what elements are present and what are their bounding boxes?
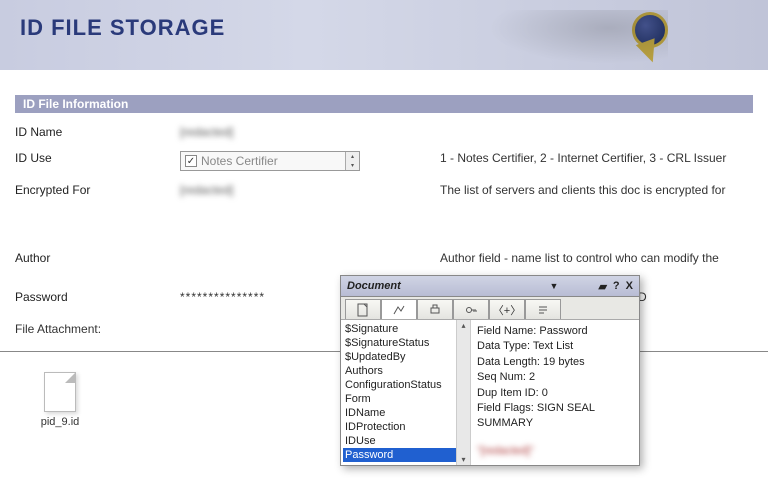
- iduse-selected: Notes Certifier: [201, 154, 278, 168]
- panel-tab-fields-icon[interactable]: [381, 299, 417, 319]
- desc-encrypted: The list of servers and clients this doc…: [430, 183, 753, 197]
- panel-minimize-icon[interactable]: ▰: [598, 280, 606, 293]
- panel-titlebar[interactable]: Document ▼ ▰ ? X: [341, 276, 639, 297]
- spinner-icon[interactable]: ▴▾: [345, 152, 359, 170]
- panel-close-icon[interactable]: X: [626, 280, 633, 293]
- key-icon: [528, 35, 598, 55]
- field-list-item[interactable]: IDUse: [343, 434, 468, 448]
- ribbon-seal-icon: [632, 12, 668, 48]
- field-list-item[interactable]: $Signature: [343, 322, 468, 336]
- detail-value-redacted: "[redacted]": [477, 444, 534, 459]
- panel-tabs: 〈+〉: [341, 297, 639, 320]
- panel-tab-key-icon[interactable]: [453, 299, 489, 319]
- field-list-item[interactable]: IDName: [343, 406, 468, 420]
- panel-tab-printer-icon[interactable]: [417, 299, 453, 319]
- panel-title: Document: [347, 280, 401, 292]
- detail-line: Data Type: Text List: [477, 339, 633, 354]
- panel-tab-plus-icon[interactable]: 〈+〉: [489, 299, 525, 319]
- field-list-item[interactable]: ConfigurationStatus: [343, 378, 468, 392]
- section-header: ID File Information: [15, 95, 753, 113]
- detail-line: SUMMARY: [477, 416, 633, 431]
- row-iduse: ID Use ✓ Notes Certifier ▴▾ 1 - Notes Ce…: [15, 151, 753, 171]
- panel-help-icon[interactable]: ?: [613, 280, 620, 293]
- row-author: Author Author field - name list to contr…: [15, 251, 753, 265]
- document-properties-panel[interactable]: Document ▼ ▰ ? X 〈+〉 $Signature$Signatur…: [340, 275, 640, 466]
- panel-tab-paragraph-icon[interactable]: [525, 299, 561, 319]
- banner-header: ID FILE STORAGE: [0, 0, 768, 70]
- scrollbar[interactable]: ▴ ▾: [456, 320, 470, 465]
- field-detail: Field Name: Password Data Type: Text Lis…: [471, 320, 639, 465]
- detail-line: Field Name: Password: [477, 324, 633, 339]
- field-list[interactable]: $Signature$SignatureStatus$UpdatedByAuth…: [341, 320, 471, 465]
- checkbox-icon: ✓: [185, 155, 197, 167]
- detail-line: Data Length: 19 bytes: [477, 355, 633, 370]
- panel-dropdown[interactable]: ▼: [405, 278, 599, 294]
- desc-author: Author field - name list to control who …: [430, 251, 753, 265]
- value-encrypted: [redacted]: [180, 183, 430, 231]
- detail-line: Seq Num: 2: [477, 370, 633, 385]
- field-list-item[interactable]: Authors: [343, 364, 468, 378]
- label-idname: ID Name: [15, 125, 180, 139]
- desc-iduse: 1 - Notes Certifier, 2 - Internet Certif…: [430, 151, 753, 165]
- scroll-up-icon[interactable]: ▴: [460, 320, 466, 331]
- panel-tab-page-icon[interactable]: [345, 299, 381, 319]
- file-icon: [44, 372, 76, 412]
- label-iduse: ID Use: [15, 151, 180, 165]
- field-list-item[interactable]: Form: [343, 392, 468, 406]
- row-encrypted: Encrypted For [redacted] The list of ser…: [15, 183, 753, 231]
- file-name: pid_9.id: [30, 416, 90, 428]
- detail-line: Field Flags: SIGN SEAL: [477, 401, 633, 416]
- label-author: Author: [15, 251, 180, 265]
- page-title: ID FILE STORAGE: [20, 15, 748, 41]
- field-list-item[interactable]: Password: [343, 448, 468, 462]
- iduse-select[interactable]: ✓ Notes Certifier ▴▾: [180, 151, 360, 171]
- value-idname: [redacted]: [180, 125, 430, 139]
- field-list-item[interactable]: $UpdatedBy: [343, 350, 468, 364]
- scroll-down-icon[interactable]: ▾: [460, 454, 466, 465]
- label-password: Password: [15, 290, 180, 304]
- panel-body: $Signature$SignatureStatus$UpdatedByAuth…: [341, 320, 639, 465]
- file-attachment[interactable]: pid_9.id: [30, 372, 90, 428]
- detail-line: Dup Item ID: 0: [477, 386, 633, 401]
- label-encrypted: Encrypted For: [15, 183, 180, 197]
- field-list-item[interactable]: IDProtection: [343, 420, 468, 434]
- row-idname: ID Name [redacted]: [15, 125, 753, 139]
- field-list-item[interactable]: $SignatureStatus: [343, 336, 468, 350]
